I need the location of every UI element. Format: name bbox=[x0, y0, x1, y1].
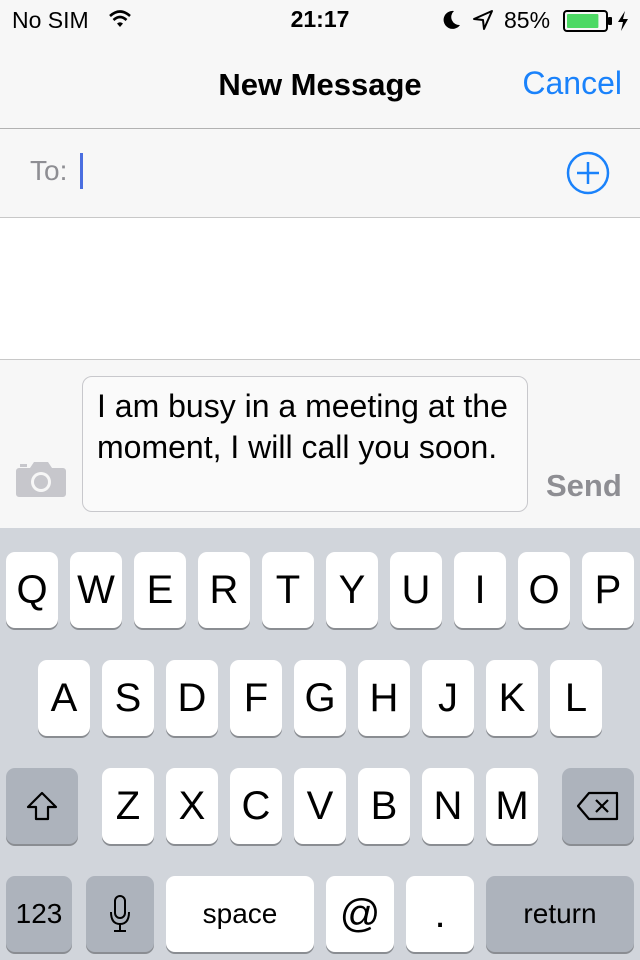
key-f[interactable]: F bbox=[230, 660, 282, 736]
key-g[interactable]: G bbox=[294, 660, 346, 736]
message-thread-area bbox=[0, 218, 640, 360]
key-o[interactable]: O bbox=[518, 552, 570, 628]
key-v[interactable]: V bbox=[294, 768, 346, 844]
key-u[interactable]: U bbox=[390, 552, 442, 628]
keyboard: Q W E R T Y U I O P A S D F G H J K L Z … bbox=[0, 528, 640, 960]
send-button[interactable]: Send bbox=[546, 468, 622, 504]
key-x[interactable]: X bbox=[166, 768, 218, 844]
message-input[interactable]: I am busy in a meeting at the moment, I … bbox=[82, 376, 528, 512]
key-y[interactable]: Y bbox=[326, 552, 378, 628]
add-contact-button[interactable] bbox=[566, 151, 610, 195]
key-p[interactable]: P bbox=[582, 552, 634, 628]
carrier-label: No SIM bbox=[12, 7, 89, 33]
delete-key[interactable] bbox=[562, 768, 634, 844]
key-z[interactable]: Z bbox=[102, 768, 154, 844]
wifi-icon bbox=[108, 9, 132, 34]
backspace-icon bbox=[576, 791, 619, 821]
key-s[interactable]: S bbox=[102, 660, 154, 736]
battery-percent: 85% bbox=[504, 7, 551, 33]
key-m[interactable]: M bbox=[486, 768, 538, 844]
compose-bar: I am busy in a meeting at the moment, I … bbox=[0, 360, 640, 528]
return-key[interactable]: return bbox=[486, 876, 634, 952]
key-h[interactable]: H bbox=[358, 660, 410, 736]
key-j[interactable]: J bbox=[422, 660, 474, 736]
period-key[interactable]: . bbox=[406, 876, 474, 952]
location-arrow-icon bbox=[472, 9, 494, 36]
battery-icon bbox=[563, 10, 613, 37]
to-label: To: bbox=[30, 155, 68, 186]
navigation-bar: New Message Cancel bbox=[0, 40, 640, 129]
key-e[interactable]: E bbox=[134, 552, 186, 628]
recipient-input[interactable] bbox=[78, 151, 538, 195]
key-k[interactable]: K bbox=[486, 660, 538, 736]
shift-key[interactable] bbox=[6, 768, 78, 844]
key-i[interactable]: I bbox=[454, 552, 506, 628]
space-key[interactable]: space bbox=[166, 876, 314, 952]
camera-icon bbox=[16, 462, 66, 497]
shift-icon bbox=[26, 791, 58, 821]
key-r[interactable]: R bbox=[198, 552, 250, 628]
dictation-key[interactable] bbox=[86, 876, 154, 952]
key-t[interactable]: T bbox=[262, 552, 314, 628]
key-n[interactable]: N bbox=[422, 768, 474, 844]
camera-button[interactable] bbox=[15, 460, 67, 503]
moon-icon bbox=[440, 9, 462, 36]
key-a[interactable]: A bbox=[38, 660, 90, 736]
numbers-key[interactable]: 123 bbox=[6, 876, 72, 952]
key-b[interactable]: B bbox=[358, 768, 410, 844]
key-c[interactable]: C bbox=[230, 768, 282, 844]
key-l[interactable]: L bbox=[550, 660, 602, 736]
key-w[interactable]: W bbox=[70, 552, 122, 628]
cancel-button[interactable]: Cancel bbox=[522, 65, 622, 102]
recipient-row: To: bbox=[0, 129, 640, 218]
key-q[interactable]: Q bbox=[6, 552, 58, 628]
at-key[interactable]: @ bbox=[326, 876, 394, 952]
plus-circle-icon bbox=[566, 151, 610, 195]
status-bar: No SIM 21:17 85% bbox=[0, 0, 640, 40]
microphone-icon bbox=[110, 895, 130, 932]
text-cursor bbox=[80, 153, 83, 189]
key-d[interactable]: D bbox=[166, 660, 218, 736]
charging-bolt-icon bbox=[616, 10, 630, 37]
